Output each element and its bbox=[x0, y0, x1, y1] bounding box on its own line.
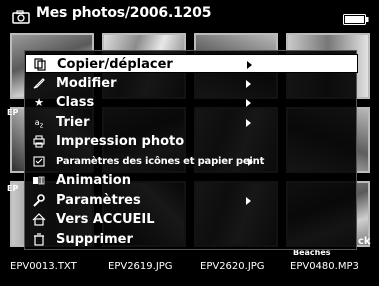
context-menu: Copier/déplacer Modifier ★ Class az Trie… bbox=[24, 50, 358, 250]
submenu-arrow-icon bbox=[248, 157, 253, 166]
wrench-icon bbox=[32, 193, 46, 207]
menu-item-parametres-icones[interactable]: Paramètres des icônes et papier peint bbox=[25, 152, 358, 171]
filename-label: EPV2620.JPG bbox=[200, 261, 265, 272]
pencil-icon bbox=[32, 77, 46, 90]
title-bar: Mes photos/2006.1205 bbox=[0, 0, 379, 30]
camera-icon bbox=[12, 9, 30, 24]
battery-icon bbox=[343, 10, 369, 25]
home-icon bbox=[32, 213, 46, 226]
submenu-arrow-icon bbox=[246, 118, 251, 127]
folder-path-title: Mes photos/2006.1205 bbox=[36, 5, 212, 21]
submenu-arrow-icon bbox=[246, 196, 251, 205]
checkbox-icon bbox=[32, 155, 46, 168]
menu-item-impression-photo[interactable]: Impression photo bbox=[25, 132, 358, 151]
menu-item-vers-accueil[interactable]: Vers ACCUEIL bbox=[25, 210, 358, 229]
menu-item-parametres[interactable]: Paramètres bbox=[25, 191, 358, 210]
filename-row: EPV0013.TXT EPV2619.JPG EPV2620.JPG EPV0… bbox=[0, 261, 379, 279]
menu-item-modifier[interactable]: Modifier bbox=[25, 74, 358, 93]
submenu-arrow-icon bbox=[246, 99, 251, 107]
menu-item-animation[interactable]: Animation bbox=[25, 171, 358, 190]
thumbnail-caption: ck bbox=[358, 236, 371, 247]
trash-icon bbox=[32, 232, 46, 246]
slideshow-icon bbox=[32, 174, 46, 187]
submenu-arrow-icon bbox=[246, 79, 251, 88]
submenu-arrow-icon bbox=[247, 61, 252, 69]
copy-icon bbox=[33, 58, 47, 71]
printer-icon bbox=[32, 135, 46, 148]
star-icon: ★ bbox=[34, 96, 44, 109]
filename-label: EPV2619.JPG bbox=[108, 261, 173, 272]
filename-label: EPV0480.MP3 bbox=[290, 261, 359, 272]
menu-item-trier[interactable]: az Trier bbox=[25, 113, 358, 132]
menu-item-copier-deplacer[interactable]: Copier/déplacer bbox=[25, 54, 358, 73]
filename-label: EPV0013.TXT bbox=[10, 261, 77, 272]
sort-icon: az bbox=[34, 117, 44, 130]
menu-item-supprimer[interactable]: Supprimer bbox=[25, 230, 358, 249]
menu-item-class[interactable]: ★ Class bbox=[25, 93, 358, 112]
thumbnail-caption: EP bbox=[7, 184, 19, 193]
thumbnail-caption: EP bbox=[7, 108, 19, 117]
